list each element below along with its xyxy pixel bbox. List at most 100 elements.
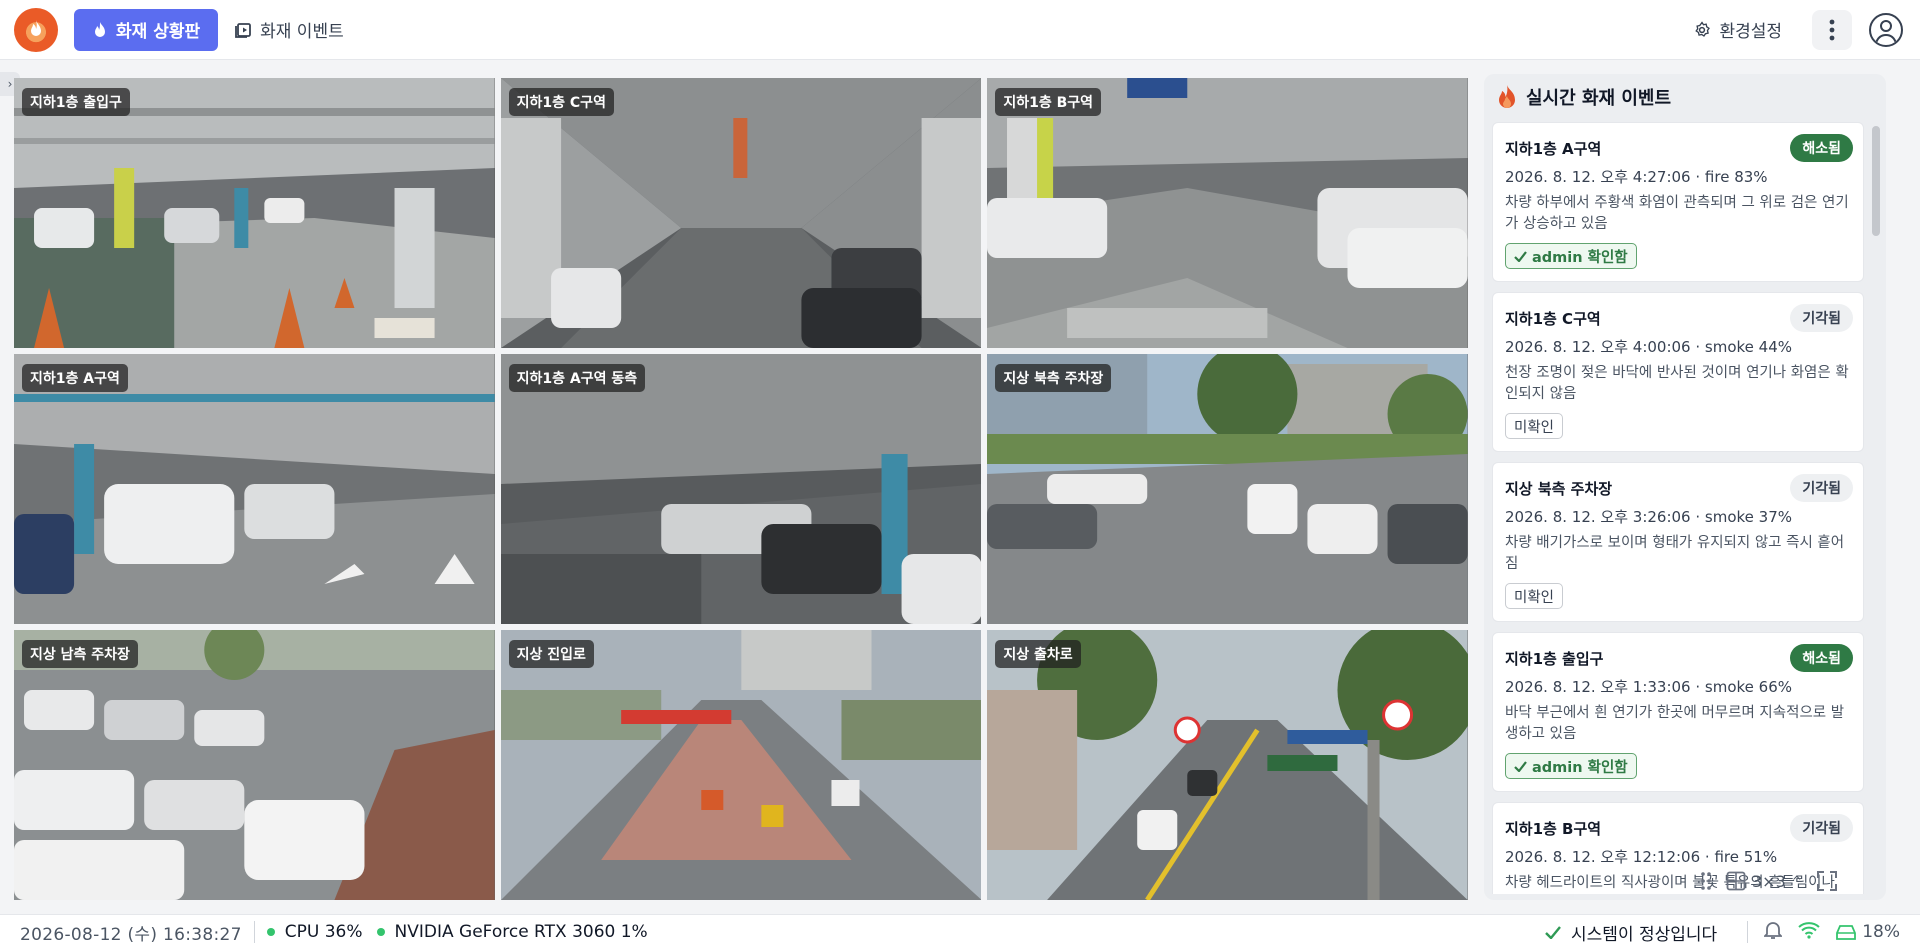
events-list: 지하1층 A구역 해소됨 2026. 8. 12. 오후 4:27:06 · f… (1492, 122, 1864, 894)
cpu-label: CPU 36% (284, 922, 363, 942)
unacknowledged-chip: 미확인 (1505, 583, 1564, 609)
status-badge: 해소됨 (1790, 644, 1853, 672)
event-description: 차량 하부에서 주황색 화염이 관측되며 그 위로 검은 연기가 상승하고 있음 (1505, 195, 1849, 232)
ack-chip: admin 확인함 (1505, 753, 1637, 779)
camera-label: 지하1층 A구역 동측 (508, 364, 646, 392)
fire-events-label: 화재 이벤트 (260, 22, 344, 42)
camera-tile[interactable]: 지하1층 A구역 동측 (500, 354, 982, 624)
flame-icon (1499, 85, 1515, 108)
check-icon (1514, 760, 1527, 772)
drag-dots-icon (1701, 872, 1711, 890)
fullscreen-icon (1816, 871, 1837, 891)
more-menu-button[interactable] (1812, 9, 1852, 50)
camera-tile[interactable]: 지상 남측 주차장 (14, 630, 495, 900)
grid-layout-selector[interactable]: 3×3 ^ (1726, 871, 1802, 891)
fire-dashboard-button[interactable]: 화재 상황판 (74, 8, 219, 51)
camera-feed-image (14, 354, 495, 624)
settings-button[interactable]: 환경설정 (1677, 9, 1798, 51)
grid-layout-label: 3×3 (1752, 871, 1786, 891)
camera-tile[interactable]: 지하1층 A구역 (14, 354, 495, 624)
camera-label: 지상 남측 주차장 (22, 640, 138, 668)
event-meta: 2026. 8. 12. 오후 4:27:06 · fire 83% (1505, 168, 1768, 186)
video-list-icon (235, 22, 252, 38)
panel-header: 실시간 화재 이벤트 (1484, 74, 1886, 120)
status-badge: 해소됨 (1790, 134, 1853, 162)
status-badge: 기각됨 (1790, 474, 1853, 502)
camera-label: 지하1층 출입구 (22, 88, 130, 116)
unacknowledged-chip: 미확인 (1505, 413, 1564, 439)
camera-feed-image (14, 630, 495, 900)
system-status-label: 시스템이 정상입니다 (1571, 924, 1718, 945)
status-dot (266, 928, 275, 936)
camera-label: 지상 진입로 (508, 640, 594, 668)
camera-label: 지상 출차로 (995, 640, 1081, 668)
camera-feed-image (500, 78, 982, 348)
camera-feed-image (500, 354, 982, 624)
events-scrollbar[interactable] (1872, 126, 1880, 236)
storage-status: 18% (1836, 922, 1900, 942)
top-header: 화재 상황판 화재 이벤트 환경설정 (0, 0, 1920, 60)
flame-icon (95, 21, 105, 37)
ack-label: admin 확인함 (1532, 759, 1628, 776)
check-icon (1514, 250, 1527, 262)
gpu-label: NVIDIA GeForce RTX 3060 1% (394, 922, 648, 942)
wifi-icon (1798, 921, 1820, 944)
status-dot (376, 928, 385, 936)
clock: 2026-08-12 (수) 16:38:27 (20, 924, 242, 945)
bell-icon[interactable] (1763, 920, 1784, 945)
camera-feed-image (987, 354, 1468, 624)
event-card[interactable]: 지하1층 C구역 기각됨 2026. 8. 12. 오후 4:00:06 · s… (1492, 292, 1864, 452)
camera-feed-image (14, 78, 495, 348)
event-card[interactable]: 지하1층 출입구 해소됨 2026. 8. 12. 오후 1:33:06 · s… (1492, 632, 1864, 792)
user-avatar-icon (1869, 12, 1903, 47)
more-vertical-icon (1829, 19, 1835, 40)
fire-logo-icon[interactable] (14, 7, 58, 52)
ack-label: admin 확인함 (1532, 249, 1628, 266)
camera-tile[interactable]: 지상 진입로 (500, 630, 982, 900)
event-meta: 2026. 8. 12. 오후 1:33:06 · smoke 66% (1505, 678, 1793, 696)
check-icon (1545, 925, 1561, 939)
camera-label: 지하1층 C구역 (508, 88, 614, 116)
layout-controls: 3×3 ^ (1700, 870, 1838, 892)
status-badge: 기각됨 (1790, 304, 1853, 332)
settings-label: 환경설정 (1719, 22, 1782, 42)
system-status: 시스템이 정상입니다 (1545, 920, 1717, 945)
event-meta: 2026. 8. 12. 오후 12:12:06 · fire 51% (1505, 848, 1778, 866)
event-card[interactable]: 지하1층 A구역 해소됨 2026. 8. 12. 오후 4:27:06 · f… (1492, 122, 1864, 282)
gear-icon (1695, 20, 1711, 37)
fire-dashboard-label: 화재 상황판 (116, 22, 201, 42)
camera-label: 지하1층 B구역 (995, 88, 1102, 116)
camera-tile[interactable]: 지상 북측 주차장 (987, 354, 1468, 624)
camera-tile[interactable]: 지상 출차로 (987, 630, 1468, 900)
gpu-status: NVIDIA GeForce RTX 3060 1% (376, 922, 648, 942)
status-badge: 기각됨 (1790, 814, 1853, 842)
camera-tile[interactable]: 지하1층 C구역 (500, 78, 982, 348)
status-bar: 2026-08-12 (수) 16:38:27 CPU 36% NVIDIA G… (0, 914, 1920, 949)
camera-grid: 지하1층 출입구 지하1층 C구역 지하1층 B구역 지하1층 A구역 지하1층… (14, 78, 1468, 900)
fire-events-link[interactable]: 화재 이벤트 (218, 9, 360, 51)
camera-tile[interactable]: 지하1층 B구역 (987, 78, 1468, 348)
user-menu-button[interactable] (1866, 10, 1906, 50)
panel-title: 실시간 화재 이벤트 (1526, 88, 1672, 109)
ack-chip: admin 확인함 (1505, 243, 1637, 269)
event-meta: 2026. 8. 12. 오후 3:26:06 · smoke 37% (1505, 508, 1793, 526)
camera-feed-image (987, 630, 1468, 900)
grid-icon (1726, 871, 1746, 891)
storage-label: 18% (1862, 922, 1900, 942)
storage-icon (1836, 925, 1857, 940)
realtime-events-panel: 실시간 화재 이벤트 지하1층 A구역 해소됨 2026. 8. 12. 오후 … (1484, 74, 1886, 900)
camera-label: 지하1층 A구역 (22, 364, 128, 392)
drag-handle[interactable] (1700, 871, 1712, 891)
fullscreen-button[interactable] (1816, 870, 1838, 892)
camera-tile[interactable]: 지하1층 출입구 (14, 78, 495, 348)
event-description: 천장 조명이 젖은 바닥에 반사된 것이며 연기나 화염은 확인되지 않음 (1505, 365, 1849, 402)
camera-feed-image (500, 630, 982, 900)
cpu-status: CPU 36% (266, 922, 363, 942)
divider (1747, 921, 1749, 943)
event-description: 차량 배기가스로 보이며 형태가 유지되지 않고 즉시 흩어짐 (1505, 535, 1845, 572)
camera-feed-image (987, 78, 1468, 348)
event-meta: 2026. 8. 12. 오후 4:00:06 · smoke 44% (1505, 338, 1793, 356)
event-description: 바닥 부근에서 흰 연기가 한곳에 머무르며 지속적으로 발생하고 있음 (1505, 705, 1845, 742)
camera-label: 지상 북측 주차장 (995, 364, 1112, 392)
event-card[interactable]: 지상 북측 주차장 기각됨 2026. 8. 12. 오후 3:26:06 · … (1492, 462, 1864, 622)
